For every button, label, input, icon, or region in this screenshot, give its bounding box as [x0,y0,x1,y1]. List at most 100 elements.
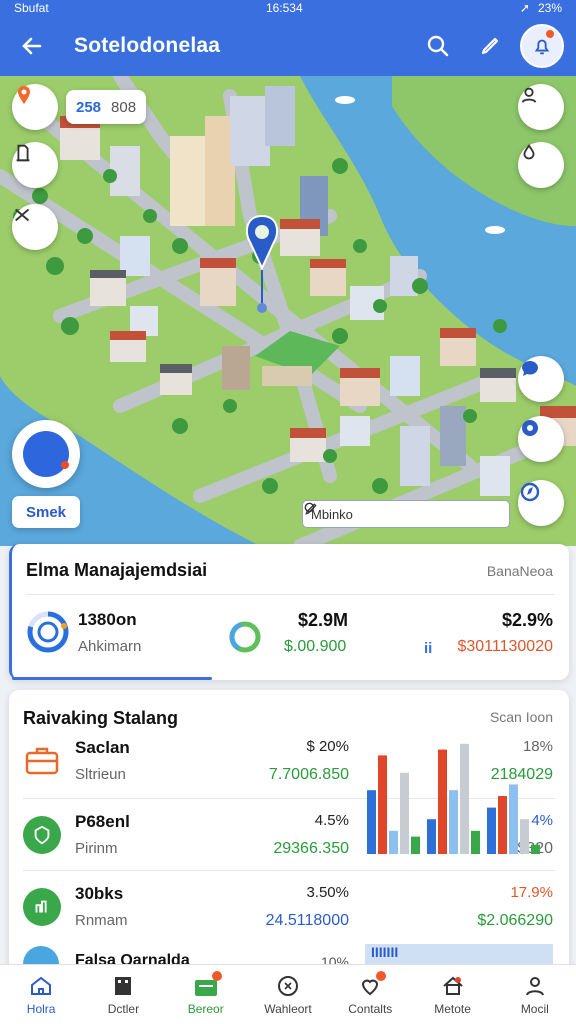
chat-button[interactable] [518,356,564,402]
home-icon [31,976,52,995]
row-pct-right: 17.9% [510,884,553,901]
profile-map-button[interactable] [518,84,564,130]
person-icon [525,976,544,995]
map-search-input[interactable]: Mbinko [302,500,510,528]
route-button[interactable] [12,204,58,250]
summary-value-one: $2.9M [298,610,349,630]
bar [378,755,387,854]
row-amount-right: $2.066290 [477,912,553,929]
nav-property[interactable]: Metote [411,965,493,1024]
search-icon [427,35,449,57]
summary-link[interactable]: BanaNeoa [487,563,553,579]
notifications-button[interactable] [520,24,564,68]
city-map[interactable]: 258 808 Smek Mbinko [0,76,576,546]
summary-value-two: $2.9% [501,610,553,630]
summary-progress-line [12,677,212,680]
summary-title: Elma Manajajemdsiai [26,560,208,580]
nav-buildings[interactable]: Dctler [82,965,164,1024]
row-name: 30bks [75,884,124,903]
clock-icon [277,975,298,996]
summary-value-two-sub: $3011130020 [457,638,553,655]
back-button[interactable] [12,26,52,66]
bar [427,819,436,854]
map-search-value: Mbinko [311,506,353,522]
bar [531,844,540,854]
bar [460,743,469,854]
row-sub: Sltrieun [75,766,126,783]
drop-icon [523,144,535,160]
my-location-button[interactable] [12,420,80,488]
bell-icon [534,39,550,55]
divider [26,594,555,595]
chart-icon [23,888,61,926]
building-icon [115,976,132,995]
bar [367,790,376,854]
compass-icon [520,482,540,502]
nav-profile[interactable]: Mocil [494,965,576,1024]
mini-bars-label: ii [424,640,433,657]
layers-icon [16,144,30,162]
location-arrow-icon: ➚ [519,1,530,15]
row-amount: 7.7006.850 [268,766,349,783]
shield-icon [23,816,61,854]
row-sub: Rnmam [75,912,128,929]
row-pct: 4.5% [314,812,349,829]
summary-ring-icon [27,611,69,653]
ranking-link[interactable]: Scan Ioon [490,709,553,725]
carrier-label: Sbufat [14,1,49,15]
row-pct: 3.50% [306,884,349,901]
summary-main-value: 1380on [78,610,137,629]
notification-badge [546,30,554,38]
nav-business[interactable]: Bereor [165,965,247,1024]
edit-button[interactable] [468,24,512,68]
nav-label: Bereor [187,1001,224,1016]
ranking-card: Raivaking Stalang Scan Ioon Saclan Sltri… [9,690,569,982]
map-canvas [0,76,576,546]
bar [520,819,529,854]
nav-home[interactable]: Holra [0,965,82,1024]
search-icon [304,502,315,513]
nav-label: Holra [26,1001,56,1016]
bar [411,836,420,854]
drop-button[interactable] [518,142,564,188]
nav-label: Mocil [520,1001,549,1016]
divider [23,870,555,871]
coord-a: 258 [76,98,102,116]
row-pct: $ 20% [306,738,349,755]
search-button[interactable] [416,24,460,68]
bar [449,790,458,854]
row-amount: 29366.350 [273,840,349,857]
back-arrow-icon [22,37,42,55]
location-pin-icon [18,86,30,104]
nav-badge [376,971,387,981]
bar [509,784,518,854]
row-amount: 24.5118000 [265,912,349,929]
map-marker-button[interactable] [12,84,58,130]
summary-value-one-sub: $.00.900 [284,638,347,655]
layers-button[interactable] [12,142,58,188]
locate-label-button[interactable]: Smek [12,496,80,528]
bar [400,772,409,854]
ranking-row[interactable]: 30bks Rnmam 3.50% 24.5118000 17.9% $2.06… [9,872,569,942]
bar [438,749,447,854]
row-name: P68enl [75,812,130,831]
battery-label: 23% [537,1,562,15]
gear-icon [522,420,538,436]
summary-sub-label: Ahkimarn [78,638,142,655]
donut-icon [229,621,261,653]
status-right: ➚ 23% [520,1,562,15]
nav-label: Metote [434,1001,471,1016]
ranking-bar-chart [367,743,540,854]
briefcase-icon [23,742,61,780]
bar [471,830,480,854]
bottom-nav: Holra Dctler Bereor Wahleort Contalts Me… [0,964,576,1024]
nav-label: Contalts [348,1001,393,1016]
coordinate-readout: 258 808 [66,90,147,124]
nav-contacts[interactable]: Contalts [329,965,411,1024]
nav-label: Dctler [107,1001,140,1016]
nav-history[interactable]: Wahleort [247,965,329,1024]
settings-button[interactable] [518,416,564,462]
row-name: Saclan [75,738,130,757]
nav-badge [211,971,222,981]
compass-button[interactable] [518,480,564,526]
